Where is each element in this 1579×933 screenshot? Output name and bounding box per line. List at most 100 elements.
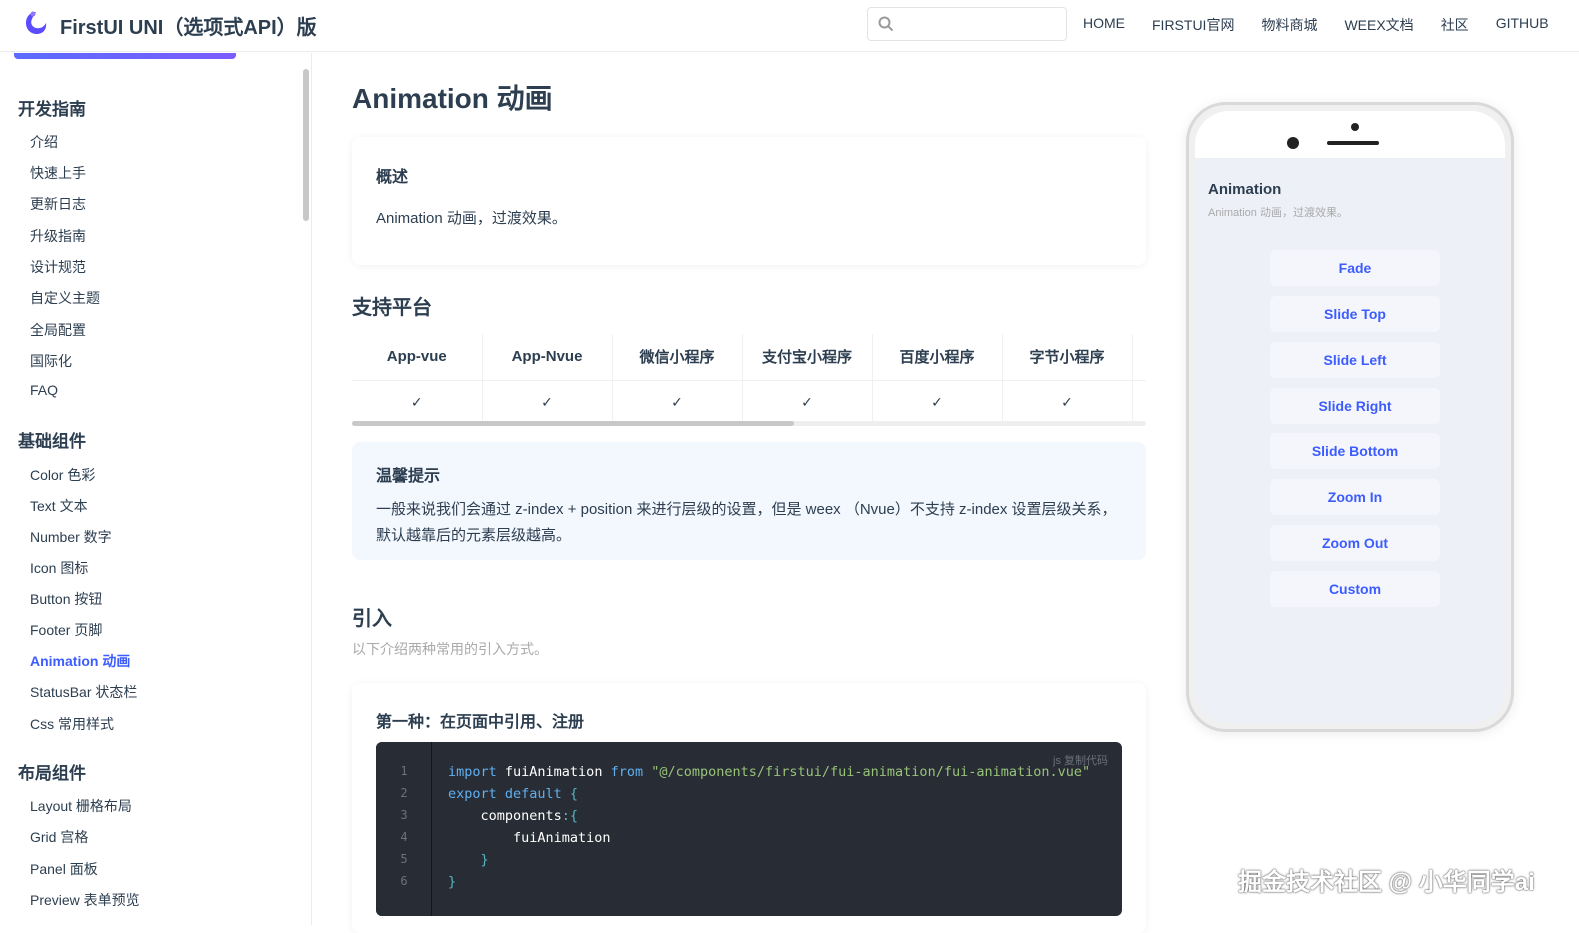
line-number: 6 <box>400 874 408 888</box>
code-line: } <box>448 852 489 868</box>
sidebar-item-intro[interactable]: 介绍 <box>30 132 58 152</box>
sidebar-item-preview[interactable]: Preview 表单预览 <box>30 890 140 910</box>
nav-home[interactable]: HOME <box>1083 15 1125 35</box>
method1-title: 第一种：在页面中引用、注册 <box>376 714 585 731</box>
sidebar-item-layout[interactable]: Layout 栅格布局 <box>30 796 132 816</box>
sidebar-item-button[interactable]: Button 按钮 <box>30 589 102 609</box>
top-header: FirstUI UNI（选项式API）版 HOME FIRSTUI官网 物料商城… <box>0 0 1579 52</box>
sidebar-item-icon[interactable]: Icon 图标 <box>30 558 88 578</box>
code-lines: import fuiAnimation from "@/components/f… <box>448 764 1090 896</box>
sidebar-group-layout: 布局组件 <box>18 764 86 783</box>
preview-title: Animation <box>1208 181 1282 198</box>
nav-weex-docs[interactable]: WEEX文档 <box>1344 15 1413 35</box>
platform-header: App-vue <box>352 334 483 380</box>
platform-check: ✓ <box>742 379 873 424</box>
platform-check: ✓ <box>612 379 743 424</box>
phone-speaker-icon <box>1327 141 1379 145</box>
table-scrollbar-thumb[interactable] <box>352 421 794 426</box>
code-line: components:{ <box>448 808 579 824</box>
slide-top-button[interactable]: Slide Top <box>1270 296 1440 332</box>
nav-github[interactable]: GITHUB <box>1496 15 1549 35</box>
search-box[interactable] <box>867 7 1067 41</box>
fade-button[interactable]: Fade <box>1270 250 1440 286</box>
platform-header: 字节小程序 <box>1002 334 1133 380</box>
sidebar: 开发指南 介绍 快速上手 更新日志 升级指南 设计规范 自定义主题 全局配置 国… <box>0 53 312 925</box>
sidebar-item-panel[interactable]: Panel 面板 <box>30 859 98 879</box>
tip-text: 一般来说我们会通过 z-index + position 来进行层级的设置，但是… <box>376 501 1117 544</box>
zoom-out-button[interactable]: Zoom Out <box>1270 525 1440 561</box>
platform-header: App-Nvue <box>482 334 613 380</box>
slide-left-button[interactable]: Slide Left <box>1270 342 1440 378</box>
phone-screen: Animation Animation 动画，过渡效果。 Fade Slide … <box>1195 111 1505 723</box>
main-content: Animation 动画 概述 Animation 动画，过渡效果。 支持平台 … <box>313 53 1163 933</box>
code-line: export default { <box>448 786 579 802</box>
platform-table: App-vue App-Nvue 微信小程序 支付宝小程序 百度小程序 字节小程… <box>352 334 1146 424</box>
page-title: Animation 动画 <box>352 83 553 114</box>
code-line: import fuiAnimation from "@/components/f… <box>448 764 1091 780</box>
table-scrollbar[interactable] <box>352 421 1146 426</box>
sidebar-item-global-config[interactable]: 全局配置 <box>30 320 86 340</box>
slide-right-button[interactable]: Slide Right <box>1270 388 1440 424</box>
platform-header: 支付宝小程序 <box>742 334 873 380</box>
preview-description: Animation 动画，过渡效果。 <box>1208 207 1348 219</box>
sidebar-item-grid[interactable]: Grid 宫格 <box>30 827 88 847</box>
line-number: 2 <box>400 786 408 800</box>
sidebar-group-basic: 基础组件 <box>18 432 86 451</box>
phone-notch-area <box>1195 111 1505 158</box>
code-block[interactable]: 1 2 3 4 5 6 import fuiAnimation from "@/… <box>376 742 1122 916</box>
sidebar-item-footer[interactable]: Footer 页脚 <box>30 620 102 640</box>
platform-check: ✓ <box>1002 379 1133 424</box>
overview-text: Animation 动画，过渡效果。 <box>376 210 567 227</box>
sidebar-banner[interactable] <box>14 53 236 59</box>
platforms-heading: 支持平台 <box>352 297 432 319</box>
search-input[interactable] <box>898 8 1058 38</box>
phone-preview: Animation Animation 动画，过渡效果。 Fade Slide … <box>1186 102 1514 732</box>
platform-header: 百度小程序 <box>872 334 1003 380</box>
code-line: } <box>448 874 457 890</box>
nav-community[interactable]: 社区 <box>1441 15 1469 35</box>
nav-store[interactable]: 物料商城 <box>1261 15 1317 35</box>
sidebar-item-css[interactable]: Css 常用样式 <box>30 714 114 734</box>
code-gutter: 1 2 3 4 5 6 <box>376 742 432 916</box>
code-line: fuiAnimation <box>448 830 611 846</box>
sidebar-item-quickstart[interactable]: 快速上手 <box>30 163 86 183</box>
search-icon <box>878 16 894 32</box>
site-title[interactable]: FirstUI UNI（选项式API）版 <box>60 11 317 40</box>
line-number: 4 <box>400 830 408 844</box>
sidebar-item-text[interactable]: Text 文本 <box>30 496 88 516</box>
slide-bottom-button[interactable]: Slide Bottom <box>1270 433 1440 469</box>
line-number: 1 <box>400 764 408 778</box>
sidebar-item-changelog[interactable]: 更新日志 <box>30 194 86 214</box>
method1-card: 第一种：在页面中引用、注册 1 2 3 4 5 6 import fuiAnim… <box>352 683 1146 933</box>
phone-sensor-icon <box>1351 123 1359 131</box>
sidebar-item-i18n[interactable]: 国际化 <box>30 351 72 371</box>
sidebar-item-upgrade[interactable]: 升级指南 <box>30 226 86 246</box>
tip-title: 温馨提示 <box>376 468 441 485</box>
overview-title: 概述 <box>376 169 409 186</box>
nav-firstui-site[interactable]: FIRSTUI官网 <box>1152 15 1234 35</box>
import-description: 以下介绍两种常用的引入方式。 <box>352 641 548 657</box>
custom-button[interactable]: Custom <box>1270 571 1440 607</box>
firstui-logo-icon[interactable] <box>22 9 50 37</box>
line-number: 3 <box>400 808 408 822</box>
line-number: 5 <box>400 852 408 866</box>
sidebar-item-faq[interactable]: FAQ <box>30 382 58 398</box>
sidebar-item-color[interactable]: Color 色彩 <box>30 465 95 485</box>
copy-code-button[interactable]: js 复制代码 <box>1053 752 1108 768</box>
sidebar-scrollbar[interactable] <box>303 69 309 221</box>
sidebar-item-animation[interactable]: Animation 动画 <box>30 651 130 671</box>
sidebar-item-theme[interactable]: 自定义主题 <box>30 288 100 308</box>
overview-card: 概述 Animation 动画，过渡效果。 <box>352 137 1146 265</box>
platform-check: ✓ <box>482 379 613 424</box>
sidebar-item-number[interactable]: Number 数字 <box>30 527 112 547</box>
platform-header: 微信小程序 <box>612 334 743 380</box>
tip-box: 温馨提示 一般来说我们会通过 z-index + position 来进行层级的… <box>352 442 1146 560</box>
sidebar-item-design[interactable]: 设计规范 <box>30 257 86 277</box>
sidebar-item-statusbar[interactable]: StatusBar 状态栏 <box>30 682 137 702</box>
zoom-in-button[interactable]: Zoom In <box>1270 479 1440 515</box>
platform-check: ✓ <box>872 379 1003 424</box>
top-nav: HOME FIRSTUI官网 物料商城 WEEX文档 社区 GITHUB <box>1083 15 1549 35</box>
platform-check: ✓ <box>352 379 483 424</box>
sidebar-group-dev-guide: 开发指南 <box>18 100 86 119</box>
phone-camera-icon <box>1287 137 1299 149</box>
